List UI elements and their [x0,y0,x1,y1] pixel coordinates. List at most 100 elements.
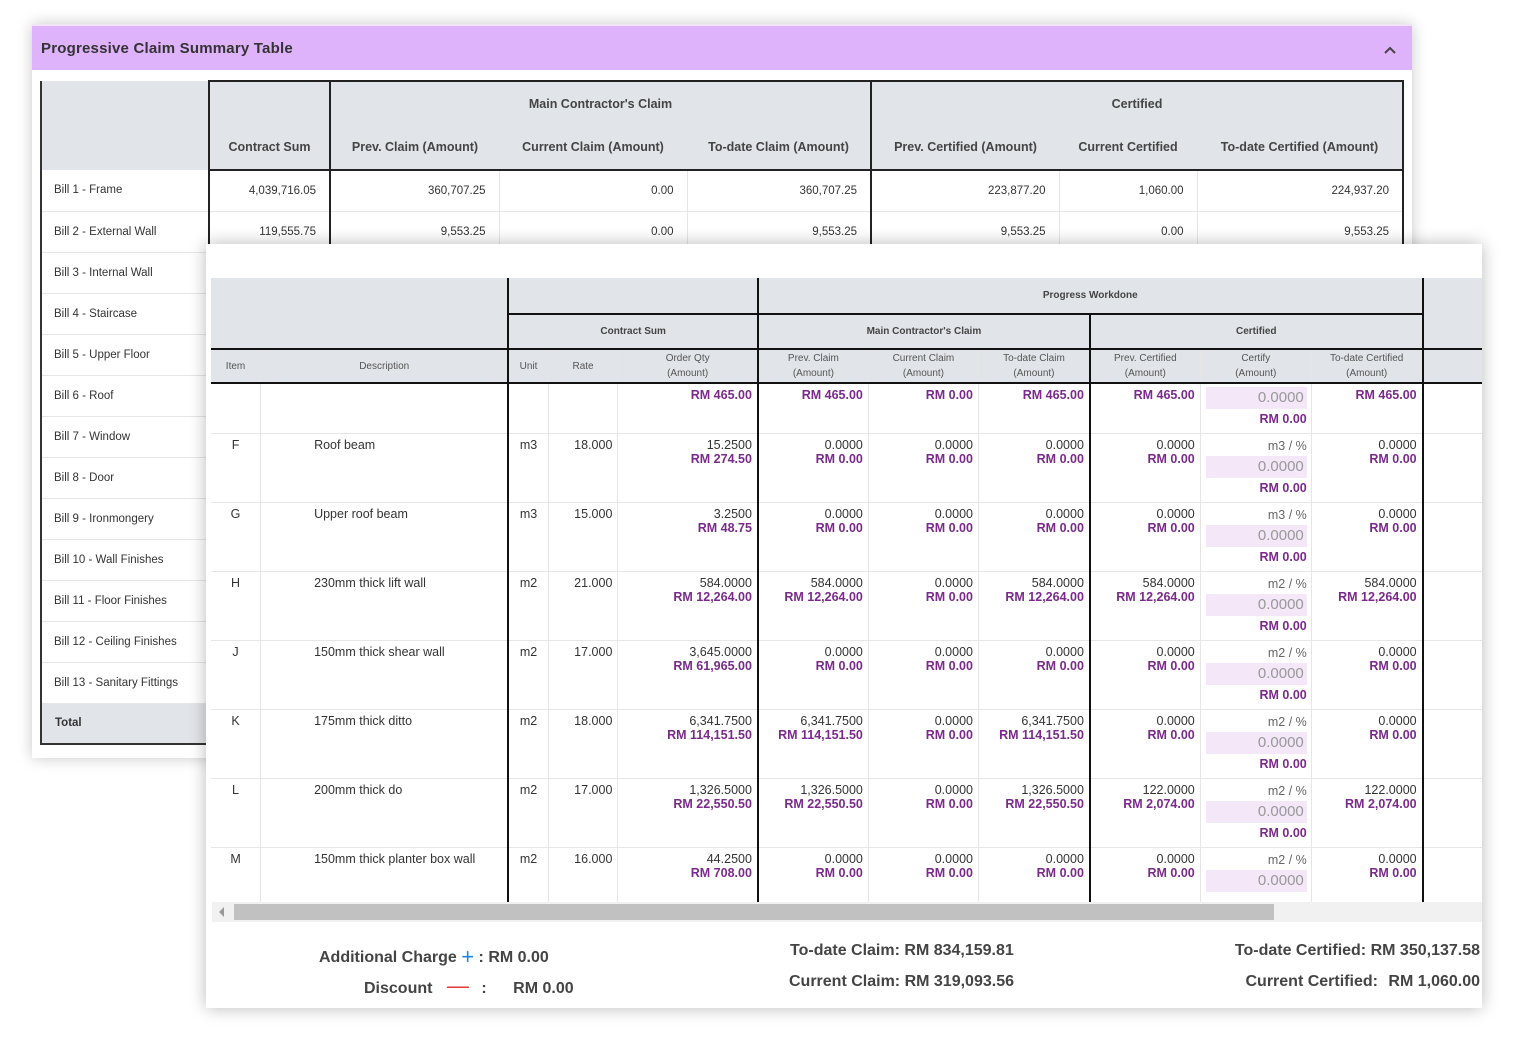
discount-colon: : [481,980,487,997]
unit-percent-toggle[interactable]: m2 / % [1268,577,1307,591]
todate-certified-amount: RM 0.00 [1369,520,1417,535]
current-claim-amount: RM 0.00 [925,658,973,673]
bill-label: Bill 3 - Internal Wall [40,252,209,294]
cell-certify: m2 / % 0.0000 RM 0.00 [1199,778,1312,848]
col-rate: Rate [547,348,618,384]
item-unit: m2 [519,782,538,797]
claim-footer: Additional Charge + : RM 0.00 Discount —… [206,934,1482,1008]
col-todate-certified-l2: (Amount) [1346,368,1388,379]
summary-row: Bill 1 - Frame 4,039,716.05 360,707.25 0.00… [40,170,1404,212]
todate-claim-amount: RM 0.00 [1036,451,1084,466]
col-order-qty: Order Qty (Amount) [617,348,758,384]
certify-input[interactable]: 0.0000 [1205,524,1307,547]
prev-certified-amount: RM 0.00 [1147,658,1195,673]
cell-certify: m3 / % 0.0000 RM 0.00 [1199,502,1312,572]
item-code: H [231,575,241,590]
detail-group-certified: Certified [1088,313,1424,349]
col-prev-certified-l2: (Amount) [1124,368,1166,379]
horizontal-scrollbar[interactable] [212,902,1482,922]
certify-input[interactable]: 0.0000 [1205,869,1307,892]
unit-percent-toggle[interactable]: m2 / % [1268,715,1307,729]
minus-icon[interactable]: — [447,973,469,998]
order-qty: 1,326.5000 [689,782,752,797]
scrollbar-thumb[interactable] [234,904,1274,920]
progress-detail-grid[interactable]: Progress Workdone Contract Sum Main Cont… [206,278,1482,902]
certify-input[interactable]: 0.0000 [1205,455,1307,478]
cell-certify: m2 / % 0.0000 RM 0.00 [1199,571,1312,641]
current-claim-qty: 0.0000 [934,713,973,728]
current-claim-value: RM 319,093.56 [904,973,1014,990]
scroll-left-arrow-icon[interactable] [219,907,224,917]
certify-input[interactable]: 0.0000 [1205,731,1307,754]
todate-certified-qty: 0.0000 [1378,437,1417,452]
prev-certified-qty: 584.0000 [1142,575,1195,590]
bill-label: Bill 5 - Upper Floor [40,334,209,376]
certify-input[interactable]: 0.0000 [1205,662,1307,685]
summary-header-blank [208,80,331,125]
todate-certified-amount: RM 0.00 [1369,865,1417,880]
cell-prev-claim: 0.0000 RM 0.00 [756,640,869,710]
cell-extra [1422,571,1482,641]
summary-cell: 360,707.25 [329,170,499,212]
cell-current-claim: 0.0000 RM 0.00 [867,571,979,641]
chevron-up-icon[interactable] [1384,44,1396,56]
certify-amount: RM 0.00 [1259,549,1307,564]
certify-amount: RM 0.00 [1259,412,1307,426]
table-row: F Roof beam m3 18.000 15.2500 RM 274.50 0.0000… [211,433,1482,503]
cell-todate-certified: 0.0000 RM 0.00 [1310,433,1424,503]
col-todate-claim-l1: To-date Claim [1003,353,1065,364]
todate-claim-qty: 0.0000 [1045,506,1084,521]
current-claim-amount: RM 0.00 [925,589,973,604]
cell-todate-claim: 0.0000 RM 0.00 [977,502,1090,572]
prev-certified-amount: RM 0.00 [1147,520,1195,535]
unit-percent-toggle[interactable]: m2 / % [1268,646,1307,660]
col-current-claim-l1: Current Claim [892,353,955,364]
todate-claim-qty: 0.0000 [1045,644,1084,659]
cell-prev-claim: 0.0000 RM 0.00 [756,502,869,572]
current-claim-amount: RM 0.00 [925,727,973,742]
unit-percent-toggle[interactable]: m3 / % [1268,439,1307,453]
unit-percent-toggle[interactable]: m2 / % [1268,853,1307,867]
item-rate: 21.000 [574,575,613,590]
todate-certified-qty: 122.0000 [1364,782,1417,797]
table-row: RM 465.00 RM 465.00 RM 0.00 RM 465.00 RM… [211,383,1482,434]
order-amount: RM 12,264.00 [673,589,752,604]
col-todate-claim: To-date Claim (Amount) [977,348,1090,384]
progress-detail-panel: Progress Workdone Contract Sum Main Cont… [206,244,1482,1008]
current-claim-qty: 0.0000 [934,644,973,659]
certify-input[interactable]: 0.0000 [1205,387,1307,409]
todate-claim-amount: RM 12,264.00 [1005,589,1084,604]
prev-claim-qty: 6,341.7500 [800,713,863,728]
prev-certified-amount: RM 465.00 [1133,388,1195,402]
certify-input[interactable]: 0.0000 [1205,593,1307,616]
certify-input[interactable]: 0.0000 [1205,800,1307,823]
plus-icon[interactable]: + [461,944,474,969]
current-claim-amount: RM 0.00 [925,796,973,811]
cell-order: RM 465.00 [617,383,758,434]
cell-prev-claim: 6,341.7500 RM 114,151.50 [756,709,869,779]
bill-label: Bill 2 - External Wall [40,211,209,253]
cell-item: H [211,571,261,641]
item-rate: 16.000 [574,851,613,866]
col-todate-claim-l2: (Amount) [1013,368,1055,379]
todate-certified-amount: RM 12,264.00 [1338,589,1417,604]
todate-claim-amount: RM 465.00 [1022,388,1084,402]
discount-label: Discount [364,980,433,997]
todate-certified-summary: To-date Certified: RM 350,137.58 [1235,942,1480,960]
cell-unit: m2 [507,640,549,710]
cell-extra [1422,433,1482,503]
bill-label: Bill 8 - Door [40,457,209,499]
cell-prev-claim: 0.0000 RM 0.00 [756,847,869,902]
todate-claim-amount: RM 0.00 [1036,865,1084,880]
cell-prev-claim: RM 465.00 [756,383,869,434]
cell-description: 200mm thick do [260,778,509,848]
cell-todate-certified: 584.0000 RM 12,264.00 [1310,571,1424,641]
additional-charge-value: : RM 0.00 [478,949,549,966]
order-qty: 6,341.7500 [689,713,752,728]
item-rate: 17.000 [574,782,613,797]
unit-percent-toggle[interactable]: m3 / % [1268,508,1307,522]
order-qty: 15.2500 [706,437,752,452]
unit-percent-toggle[interactable]: m2 / % [1268,784,1307,798]
summary-panel-header[interactable]: Progressive Claim Summary Table [32,24,1412,70]
cell-extra [1422,640,1482,710]
